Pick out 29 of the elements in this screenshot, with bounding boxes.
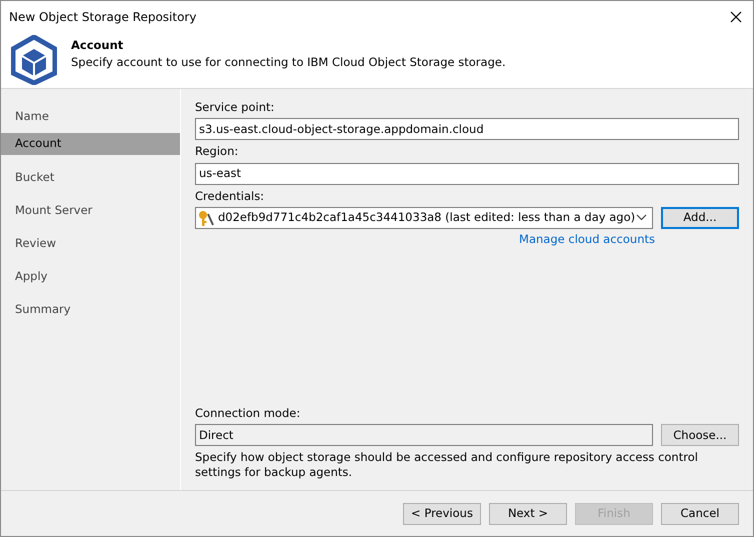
field-label: Region: [195, 143, 240, 160]
text-field[interactable]: us-east [195, 162, 739, 184]
field-label: Credentials: [195, 188, 266, 204]
wizard-step[interactable]: Review [1, 227, 180, 260]
wizard-step[interactable]: Account [1, 133, 180, 155]
window-title: New Object Storage Repository [9, 9, 196, 26]
caret-icon [636, 214, 647, 222]
wizard-step[interactable]: Apply [1, 260, 180, 293]
wizard-step[interactable]: Bucket [1, 161, 180, 194]
close-button[interactable] [729, 10, 743, 24]
text-field[interactable]: s3.us-east.cloud-object-storage.appdomain.cloud [195, 118, 739, 140]
wizard-button[interactable]: < Previous [403, 502, 481, 524]
manage-accounts-link[interactable]: Manage cloud accounts [519, 230, 655, 248]
wizard-step[interactable]: Mount Server [1, 194, 180, 227]
field-label: Connection mode: [195, 404, 302, 422]
wizard-button[interactable]: Cancel [661, 502, 739, 524]
connection-mode-description: Specify how object storage should be accessed and configure repository access control settings for backup agents. [195, 450, 699, 480]
choose-button[interactable]: Choose... [661, 424, 739, 446]
wizard-button[interactable]: Next > [489, 502, 567, 524]
wizard-step[interactable]: Summary [1, 293, 180, 326]
connection-mode-field[interactable]: Direct [195, 424, 653, 446]
field-label: Service point: [195, 99, 276, 116]
add-button[interactable]: Add... [661, 206, 739, 229]
step-description: Specify account to use for connecting to IBM Cloud Object Storage storage. [71, 54, 506, 72]
step-title: Account [71, 37, 124, 54]
credentials-dropdown[interactable]: d02efb9d771c4b2caf1a45c3441033a8 (last edited: less than a day ago) [195, 206, 653, 229]
wizard-step[interactable]: Name [1, 100, 180, 133]
key-icon [198, 210, 214, 226]
credentials-value: d02efb9d771c4b2caf1a45c3441033a8 (last edited: less than a day ago) [218, 209, 636, 226]
